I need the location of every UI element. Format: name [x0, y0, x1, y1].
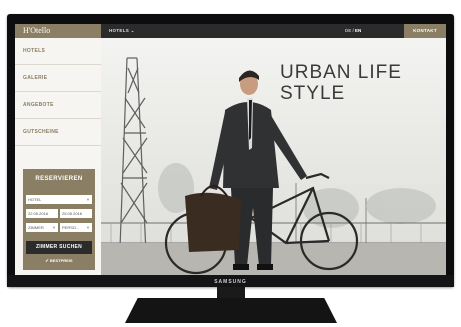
persons-select[interactable]: PERSO... ▼ — [60, 223, 92, 232]
booking-widget: RESERVIEREN HOTEL ▼ 22.05.2016 25.05.201… — [23, 169, 95, 270]
hero-headline-line2: STYLE — [280, 83, 346, 104]
language-switcher: DE / EN — [345, 24, 361, 38]
best-price-badge: ✔ BESTPREIS — [23, 258, 95, 263]
contact-button[interactable]: KONTAKT — [404, 24, 446, 38]
booking-title: RESERVIEREN — [35, 176, 83, 182]
sidebar-item-galerie[interactable]: GALERIE — [15, 65, 101, 92]
best-price-label: BESTPREIS — [49, 258, 73, 263]
search-rooms-button[interactable]: ZIMMER SUCHEN — [26, 241, 92, 254]
hero-headline: URBAN LIFE STYLE — [280, 62, 402, 104]
sidebar-item-hotels[interactable]: HOTELS — [15, 38, 101, 65]
hero-section: URBAN LIFE STYLE — [101, 38, 446, 275]
date-from-value: 22.05.2016 — [28, 211, 49, 216]
date-from-field[interactable]: 22.05.2016 — [26, 209, 58, 218]
rooms-select[interactable]: ZIMMER ▼ — [26, 223, 58, 232]
hero-headline-line1: URBAN LIFE — [280, 62, 402, 83]
hotel-select[interactable]: HOTEL ▼ — [26, 195, 92, 204]
date-to-value: 25.05.2016 — [62, 211, 83, 216]
chevron-down-icon: ▼ — [86, 197, 90, 202]
sidebar-item-angebote[interactable]: ANGEBOTE — [15, 92, 101, 119]
tv-screen: H'Otello HOTELS ⌄ DE / EN KONTAKT HOTELS… — [15, 24, 446, 275]
chevron-down-icon: ▼ — [52, 225, 56, 230]
nav-hotels-dropdown[interactable]: HOTELS ⌄ — [109, 24, 135, 38]
rooms-select-value: ZIMMER — [28, 225, 44, 230]
chevron-down-icon: ▼ — [86, 225, 90, 230]
tv-frame: H'Otello HOTELS ⌄ DE / EN KONTAKT HOTELS… — [7, 14, 454, 287]
sidebar-item-gutscheine[interactable]: GUTSCHEINE — [15, 119, 101, 146]
date-to-field[interactable]: 25.05.2016 — [60, 209, 92, 218]
tv-brand-logo: SAMSUNG — [214, 279, 247, 285]
hotel-select-value: HOTEL — [28, 197, 42, 202]
top-bar: H'Otello HOTELS ⌄ DE / EN KONTAKT — [15, 24, 446, 38]
checkmark-icon: ✔ — [45, 258, 49, 263]
site-logo[interactable]: H'Otello — [15, 24, 101, 38]
persons-select-value: PERSO... — [62, 225, 80, 230]
lang-en[interactable]: EN — [355, 28, 361, 33]
tv-bottom-bezel: SAMSUNG — [7, 275, 454, 287]
sidebar: HOTELS GALERIE ANGEBOTE GUTSCHEINE RESER… — [15, 38, 101, 275]
tv-stand-base — [125, 298, 337, 323]
